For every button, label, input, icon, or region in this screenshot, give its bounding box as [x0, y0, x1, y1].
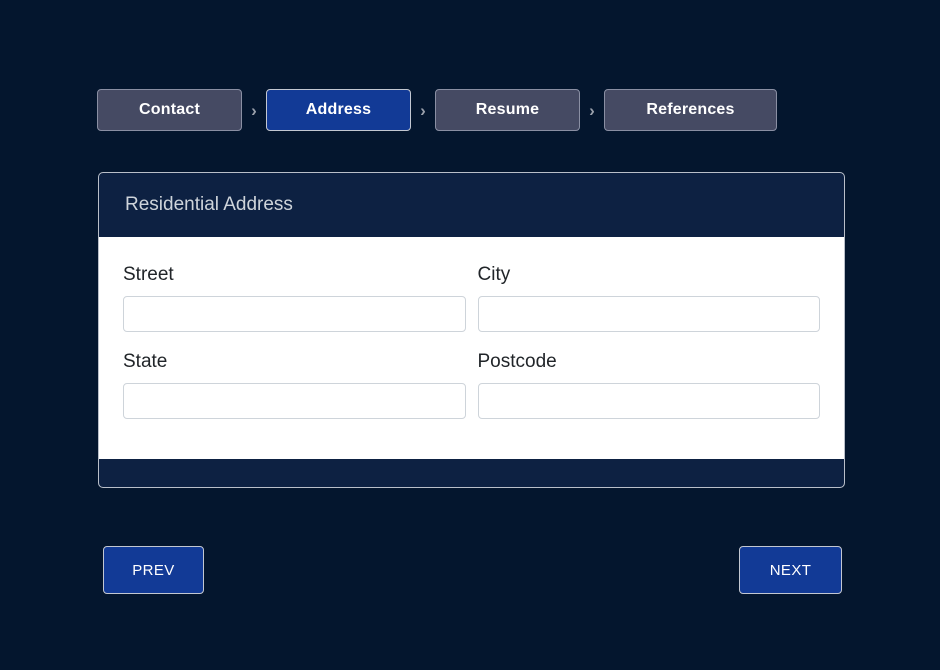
residential-address-card: Residential Address Street City State Po…	[98, 172, 845, 488]
chevron-right-glyph: ›	[251, 100, 257, 120]
form-row-state-postcode: State Postcode	[123, 346, 820, 433]
wizard-step-label: Address	[305, 101, 372, 118]
wizard-page: Contact › Address › Resume › References …	[0, 0, 940, 670]
field-group-street: Street	[123, 259, 466, 346]
wizard-step-label: Resume	[475, 101, 540, 118]
chevron-right-icon: ›	[242, 102, 266, 119]
prev-button-label: PREV	[132, 561, 175, 579]
card-header: Residential Address	[99, 173, 844, 237]
city-input[interactable]	[477, 296, 820, 332]
city-label: City	[477, 264, 511, 285]
field-group-city: City	[477, 259, 820, 346]
state-label: State	[123, 351, 168, 372]
prev-button[interactable]: PREV	[103, 546, 204, 594]
chevron-right-icon: ›	[411, 102, 435, 119]
postcode-label: Postcode	[477, 351, 557, 372]
state-input[interactable]	[123, 383, 466, 419]
wizard-step-references[interactable]: References	[604, 89, 777, 131]
form-row-street-city: Street City	[123, 259, 820, 346]
postcode-input[interactable]	[477, 383, 820, 419]
chevron-right-glyph: ›	[420, 100, 426, 120]
card-footer	[99, 459, 844, 487]
card-body: Street City State Postcode	[99, 237, 844, 459]
wizard-step-resume[interactable]: Resume	[435, 89, 580, 131]
wizard-step-label: Contact	[139, 101, 200, 118]
wizard-step-contact[interactable]: Contact	[97, 89, 242, 131]
next-button[interactable]: NEXT	[739, 546, 842, 594]
page-title: Residential Address	[125, 194, 293, 215]
wizard-step-nav: Contact › Address › Resume › References	[97, 89, 777, 131]
wizard-step-address[interactable]: Address	[266, 89, 411, 131]
chevron-right-icon: ›	[580, 102, 604, 119]
street-input[interactable]	[123, 296, 466, 332]
street-label: Street	[123, 264, 174, 285]
field-group-postcode: Postcode	[477, 346, 820, 433]
wizard-step-label: References	[646, 101, 735, 118]
chevron-right-glyph: ›	[589, 100, 595, 120]
field-group-state: State	[123, 346, 466, 433]
next-button-label: NEXT	[769, 561, 812, 579]
